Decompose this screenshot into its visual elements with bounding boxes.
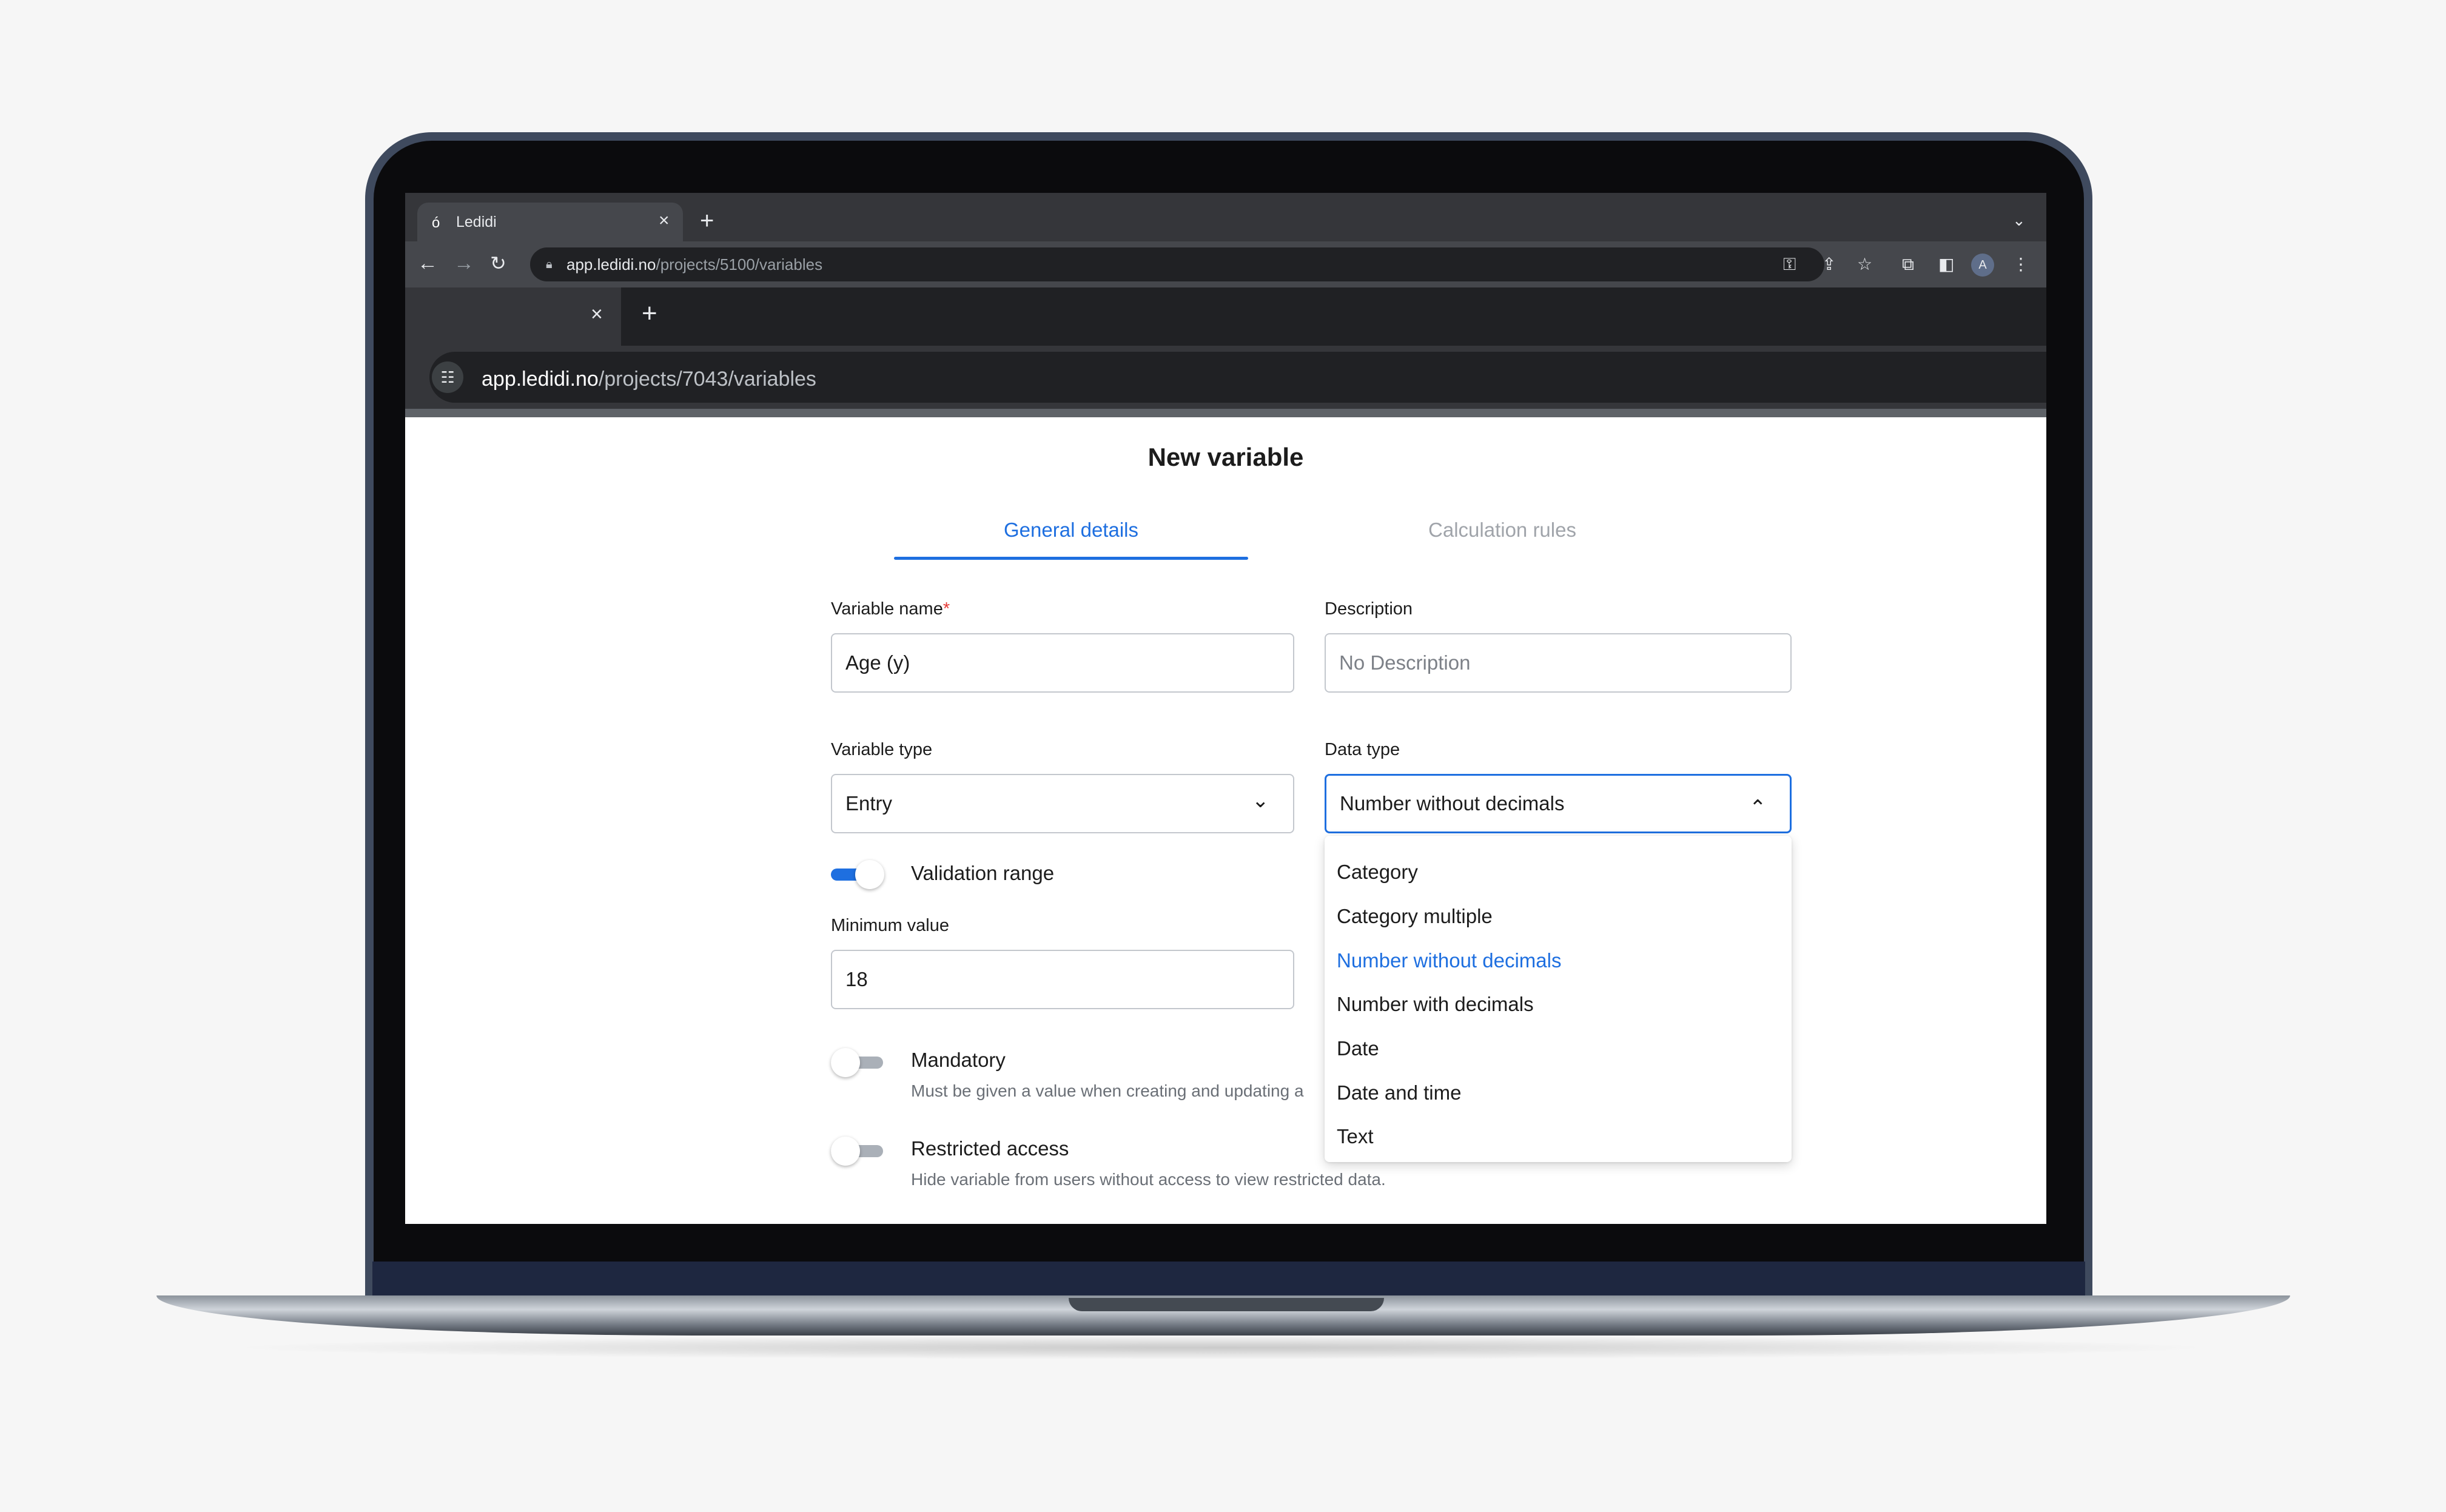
bookmark-star-icon[interactable]: ☆ (1857, 254, 1872, 275)
outer-tab-title: Ledidi (456, 213, 497, 230)
laptop-screen: ó Ledidi × + ⌄ ← → ↻ 🔒︎ app.ledidi.no/pr… (405, 193, 2046, 1224)
data-type-label: Data type (1325, 740, 1400, 759)
back-arrow-icon[interactable]: ← (417, 251, 438, 275)
inner-url[interactable]: app.ledidi.no/projects/7043/variables (482, 367, 816, 391)
data-type-option-number-with-decimals[interactable]: Number with decimals (1337, 992, 1534, 1016)
side-panel-icon[interactable]: ◧ (1938, 254, 1954, 275)
data-type-select[interactable]: Number without decimals (1325, 774, 1792, 833)
outer-url[interactable]: app.ledidi.no/projects/5100/variables (566, 255, 822, 274)
toggle-knob (831, 1048, 860, 1077)
active-tab-indicator (894, 557, 1248, 560)
kebab-menu-icon[interactable]: ⋮ (2012, 254, 2029, 275)
restricted-access-description: Hide variable from users without access … (911, 1170, 1386, 1189)
inner-toolbar-divider (405, 409, 2046, 417)
key-icon[interactable]: ⚿ (1783, 254, 1796, 275)
validation-range-label: Validation range (911, 862, 1055, 884)
page-title: New variable (1147, 443, 1304, 471)
data-type-option-category-multiple[interactable]: Category multiple (1337, 904, 1493, 929)
minimum-value-label: Minimum value (831, 916, 949, 935)
toggle-knob (855, 860, 884, 889)
share-icon[interactable]: ⇪ (1822, 254, 1836, 275)
tab-general-details[interactable]: General details (894, 518, 1248, 542)
data-type-option-date-and-time[interactable]: Date and time (1337, 1081, 1461, 1105)
reload-icon[interactable]: ↻ (490, 251, 506, 275)
tab-search-chevron-icon[interactable]: ⌄ (2012, 211, 2026, 229)
data-type-option-category[interactable]: Category (1337, 860, 1418, 884)
ledidi-favicon-icon: ó (432, 215, 440, 231)
lock-icon[interactable]: 🔒︎ (546, 255, 553, 274)
inner-tab-close-icon[interactable]: × (591, 302, 603, 326)
toggle-knob (831, 1137, 860, 1166)
data-type-value: Number without decimals (1340, 792, 1565, 815)
forward-arrow-icon[interactable]: → (454, 251, 474, 275)
data-type-option-text[interactable]: Text (1337, 1124, 1374, 1149)
laptop-chin (372, 1262, 2085, 1299)
outer-tab-close-icon[interactable]: × (659, 211, 670, 230)
mandatory-label: Mandatory (911, 1049, 1006, 1071)
site-settings-tune-icon[interactable]: ☷ (432, 361, 463, 393)
laptop-shadow (224, 1336, 2220, 1360)
variable-name-label: Variable name* (831, 599, 950, 619)
data-type-option-date[interactable]: Date (1337, 1037, 1379, 1061)
outer-new-tab-icon[interactable]: + (700, 209, 714, 233)
required-asterisk: * (942, 599, 950, 619)
variable-type-select[interactable]: Entry (831, 774, 1294, 833)
extensions-puzzle-icon[interactable]: ⧉ (1902, 254, 1914, 275)
laptop-notch (1069, 1298, 1384, 1311)
inner-browser-tab[interactable] (405, 287, 621, 346)
tab-calculation-rules[interactable]: Calculation rules (1360, 518, 1645, 542)
variable-name-input[interactable]: Age (y) (831, 633, 1294, 693)
data-type-option-number-without-decimals[interactable]: Number without decimals (1337, 949, 1561, 973)
variable-type-label: Variable type (831, 740, 933, 759)
profile-avatar[interactable]: A (1971, 254, 1994, 277)
description-label: Description (1325, 599, 1413, 619)
variable-type-value: Entry (845, 792, 893, 815)
mandatory-description: Must be given a value when creating and … (911, 1081, 1304, 1100)
chevron-down-icon[interactable]: ⌄ (1252, 788, 1269, 813)
restricted-access-label: Restricted access (911, 1137, 1069, 1160)
chevron-up-icon[interactable]: ⌃ (1749, 796, 1767, 820)
minimum-value-input[interactable]: 18 (831, 950, 1294, 1009)
inner-new-tab-icon[interactable]: + (642, 300, 657, 328)
description-input[interactable]: No Description (1325, 633, 1792, 693)
